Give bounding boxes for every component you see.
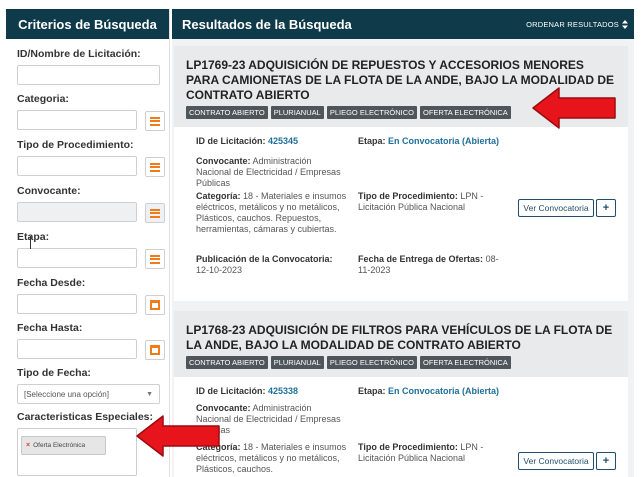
etapa-input[interactable] xyxy=(17,236,165,269)
expand-button[interactable]: + xyxy=(596,199,616,217)
etapa-list-button[interactable] xyxy=(145,249,165,269)
sort-icon xyxy=(622,19,628,29)
tipo-fecha-select[interactable]: [Seleccione una opción] ▼ xyxy=(17,384,160,404)
fecha-desde-input[interactable] xyxy=(17,294,165,315)
convocante-label: Convocante: xyxy=(17,185,81,197)
expand-button[interactable]: + xyxy=(596,452,616,470)
tipo-procedimiento: Tipo de Procedimiento: LPN - Licitación … xyxy=(358,191,484,212)
sort-results-label: ORDENAR RESULTADOS xyxy=(526,19,619,29)
convocante: Convocante: Administración Nacional de E… xyxy=(196,156,341,188)
fecha-hasta-filter: Fecha Hasta: xyxy=(17,322,165,360)
tipo-procedimiento-list-button[interactable] xyxy=(145,157,165,177)
fecha-desde-calendar-button[interactable] xyxy=(145,295,165,315)
caracteristicas-filter: Caracteristicas Especiales: × Oferta Ele… xyxy=(17,411,153,476)
badge-contrato-abierto: CONTRATO ABIERTO xyxy=(186,356,268,369)
convocante-list-button[interactable] xyxy=(145,203,165,223)
tipo-procedimiento-label: Tipo de Procedimiento: xyxy=(17,139,134,151)
sort-results-button[interactable]: ORDENAR RESULTADOS xyxy=(526,19,628,29)
caracteristicas-input[interactable]: × Oferta Electrónica xyxy=(17,428,137,476)
id-filter-input[interactable] xyxy=(17,65,160,85)
categoria: Categoría: 18 - Materiales e insumos elé… xyxy=(196,191,347,234)
list-icon xyxy=(150,116,160,126)
convocante-filter: Convocante: xyxy=(17,185,165,223)
publicacion-convocatoria: Publicación de la Convocatoria: 12-10-20… xyxy=(196,254,333,275)
results-title: Resultados de la Búsqueda xyxy=(182,16,352,32)
id-licitacion: ID de Licitación: 425345 xyxy=(196,136,299,146)
result-badges: CONTRATO ABIERTO PLURIANUAL PLIEGO ELECT… xyxy=(186,356,616,377)
list-icon xyxy=(150,208,160,218)
result-title[interactable]: LP1768-23 ADQUISICIÓN DE FILTROS PARA VE… xyxy=(186,323,616,353)
etapa: Etapa: En Convocatoria (Abierta) xyxy=(358,386,500,396)
categoria-list-button[interactable] xyxy=(145,111,165,131)
fecha-hasta-calendar-button[interactable] xyxy=(145,340,165,360)
badge-pliego-electronico: PLIEGO ELECTRÓNICO xyxy=(326,106,418,119)
badge-plurianual: PLURIANUAL xyxy=(270,356,324,369)
search-criteria-header: Criterios de Búsqueda xyxy=(6,9,169,39)
etapa-filter: Etapa: xyxy=(17,231,165,269)
calendar-icon xyxy=(150,345,160,355)
id-licitacion-link[interactable]: 425338 xyxy=(268,386,298,396)
id-licitacion: ID de Licitación: 425338 xyxy=(196,386,299,396)
oferta-electronica-tag[interactable]: × Oferta Electrónica xyxy=(21,436,107,455)
tipo-fecha-selected: [Seleccione una opción] xyxy=(24,389,109,399)
id-filter-label: ID/Nombre de Licitación: xyxy=(17,48,141,60)
tipo-fecha-label: Tipo de Fecha: xyxy=(17,367,91,379)
chevron-down-icon: ▼ xyxy=(146,390,153,398)
fecha-hasta-input[interactable] xyxy=(17,339,165,360)
tipo-procedimiento: Tipo de Procedimiento: LPN - Licitación … xyxy=(358,442,484,463)
ver-convocatoria-button[interactable]: Ver Convocatoria xyxy=(518,199,594,217)
list-icon xyxy=(150,162,160,172)
fecha-hasta-label: Fecha Hasta: xyxy=(17,322,83,334)
tag-label: Oferta Electrónica xyxy=(33,442,86,449)
badge-plurianual: PLURIANUAL xyxy=(270,106,324,119)
search-criteria-title: Criterios de Búsqueda xyxy=(18,16,157,32)
red-arrow-icon xyxy=(136,415,220,457)
etapa-label: Etapa: xyxy=(17,231,50,243)
results-panel: Resultados de la Búsqueda ORDENAR RESULT… xyxy=(172,9,634,477)
result-card-header: LP1768-23 ADQUISICIÓN DE FILTROS PARA VE… xyxy=(174,311,628,377)
fecha-desde-label: Fecha Desde: xyxy=(17,277,86,289)
convocante-input[interactable] xyxy=(17,202,165,223)
result-card: LP1768-23 ADQUISICIÓN DE FILTROS PARA VE… xyxy=(174,311,628,477)
tipo-procedimiento-input[interactable] xyxy=(17,156,165,177)
list-icon xyxy=(150,254,160,264)
fecha-desde-filter: Fecha Desde: xyxy=(17,277,165,315)
results-header: Resultados de la Búsqueda ORDENAR RESULT… xyxy=(172,9,634,39)
calendar-icon xyxy=(150,300,160,310)
text-cursor xyxy=(30,236,31,249)
categoria-filter-input[interactable] xyxy=(17,110,165,131)
tipo-fecha-filter: Tipo de Fecha: [Seleccione una opción] ▼ xyxy=(17,367,160,404)
badge-contrato-abierto: CONTRATO ABIERTO xyxy=(186,106,268,119)
etapa: Etapa: En Convocatoria (Abierta) xyxy=(358,136,500,146)
badge-pliego-electronico: PLIEGO ELECTRÓNICO xyxy=(326,356,418,369)
ver-convocatoria-button[interactable]: Ver Convocatoria xyxy=(518,452,594,470)
tipo-procedimiento-filter: Tipo de Procedimiento: xyxy=(17,139,165,177)
categoria-filter-label: Categoria: xyxy=(17,93,69,105)
etapa-value: En Convocatoria (Abierta) xyxy=(388,386,500,396)
etapa-value: En Convocatoria (Abierta) xyxy=(388,136,500,146)
id-licitacion-link[interactable]: 425345 xyxy=(268,136,298,146)
search-criteria-panel: Criterios de Búsqueda ID/Nombre de Licit… xyxy=(6,9,170,477)
remove-tag-icon[interactable]: × xyxy=(26,442,30,449)
fecha-entrega-ofertas: Fecha de Entrega de Ofertas: 08-11-2023 xyxy=(358,254,499,275)
badge-oferta-electronica: OFERTA ELECTRÓNICA xyxy=(420,106,511,119)
id-filter: ID/Nombre de Licitación: xyxy=(17,48,160,85)
red-arrow-icon xyxy=(532,87,616,129)
caracteristicas-label: Caracteristicas Especiales: xyxy=(17,411,154,423)
result-card: LP1769-23 ADQUISICIÓN DE REPUESTOS Y ACC… xyxy=(174,46,628,301)
badge-oferta-electronica: OFERTA ELECTRÓNICA xyxy=(420,356,511,369)
categoria-filter: Categoria: xyxy=(17,93,165,131)
